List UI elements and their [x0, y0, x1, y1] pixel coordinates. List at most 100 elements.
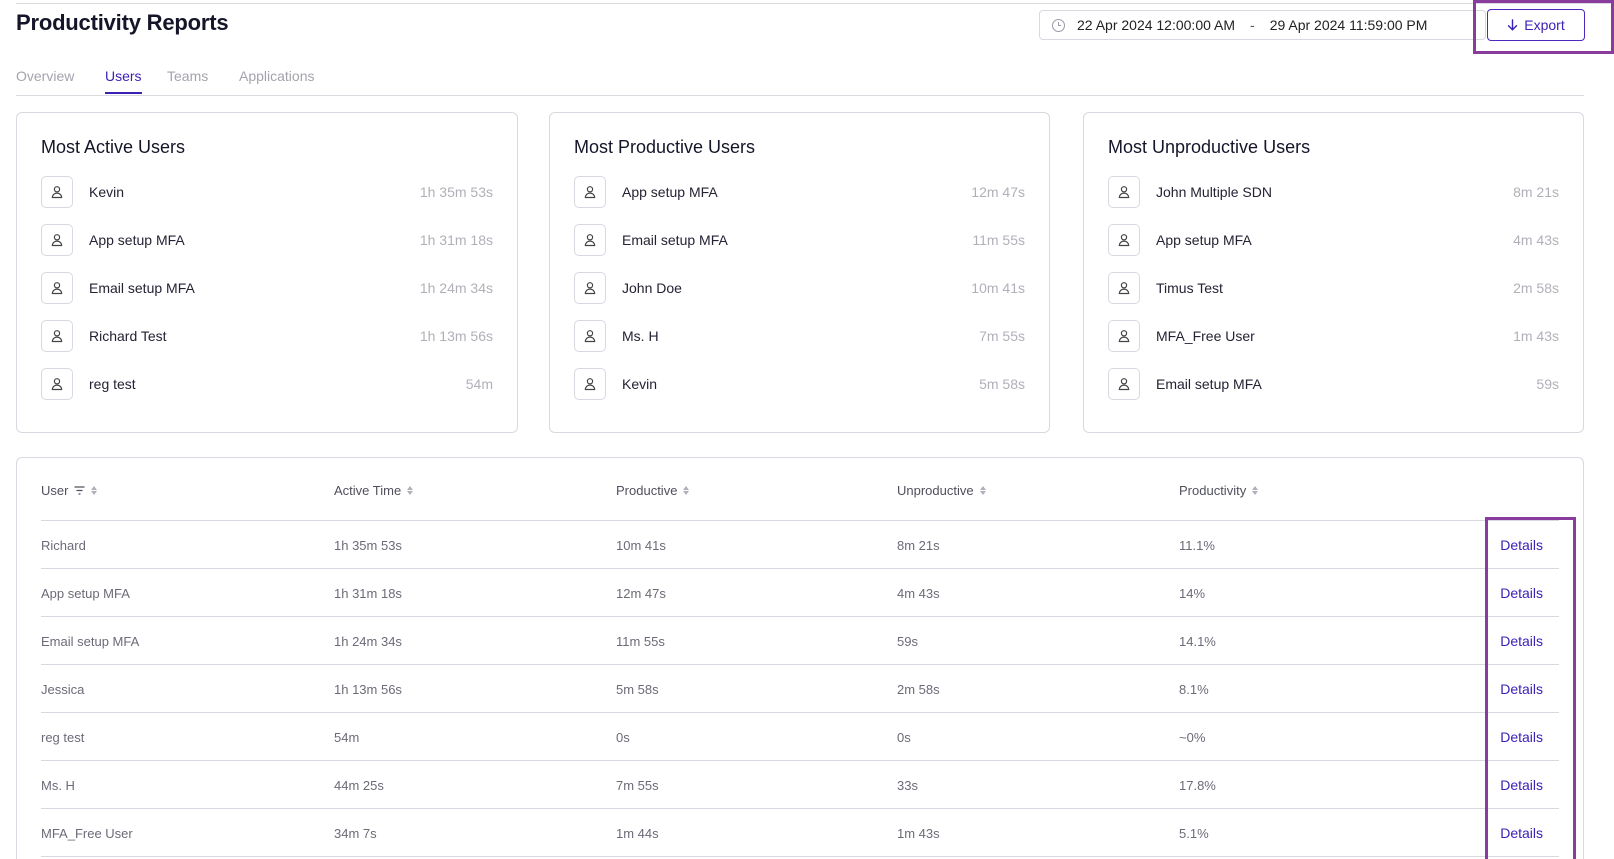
user-name: reg test	[89, 376, 136, 392]
cell-unproductive: 2m 58s	[897, 682, 940, 697]
cell-productivity: 11.1%	[1179, 538, 1215, 553]
user-icon	[1108, 320, 1140, 352]
user-name: MFA_Free User	[1156, 328, 1255, 344]
user-time: 7m 55s	[979, 328, 1025, 344]
tab-users[interactable]: Users	[105, 68, 142, 94]
most-unproductive-users-card: Most Unproductive Users John Multiple SD…	[1083, 112, 1584, 433]
user-icon	[574, 176, 606, 208]
sort-icon[interactable]	[407, 486, 414, 495]
cell-active-time: 1h 13m 56s	[334, 682, 402, 697]
list-item[interactable]: Kevin 1h 35m 53s	[41, 176, 493, 208]
cell-unproductive: 4m 43s	[897, 586, 940, 601]
user-name: Richard Test	[89, 328, 167, 344]
most-productive-users-card: Most Productive Users App setup MFA 12m …	[549, 112, 1050, 433]
user-name: Ms. H	[622, 328, 659, 344]
column-label: Active Time	[334, 483, 402, 498]
filter-icon[interactable]	[74, 486, 85, 495]
user-icon	[41, 176, 73, 208]
export-button[interactable]: Export	[1487, 9, 1585, 41]
list-item[interactable]: Ms. H 7m 55s	[574, 320, 1025, 352]
list-item[interactable]: Richard Test 1h 13m 56s	[41, 320, 493, 352]
list-item[interactable]: reg test 54m	[41, 368, 493, 400]
arrow-down-icon	[1508, 19, 1518, 31]
list-item[interactable]: John Doe 10m 41s	[574, 272, 1025, 304]
column-header-active-time[interactable]: Active Time	[334, 483, 414, 498]
user-name: Kevin	[622, 376, 658, 392]
user-time: 59s	[1536, 376, 1559, 392]
list-item[interactable]: Email setup MFA 59s	[1108, 368, 1559, 400]
list-item[interactable]: Kevin 5m 58s	[574, 368, 1025, 400]
column-header-unproductive[interactable]: Unproductive	[897, 483, 986, 498]
user-time: 1m 43s	[1513, 328, 1559, 344]
card-title: Most Active Users	[41, 137, 186, 157]
table-row: Richard 1h 35m 53s 10m 41s 8m 21s 11.1% …	[41, 521, 1559, 569]
user-icon	[41, 368, 73, 400]
cell-user: MFA_Free User	[41, 826, 133, 841]
user-name: Kevin	[89, 184, 125, 200]
user-icon	[41, 272, 73, 304]
list-item[interactable]: Email setup MFA 1h 24m 34s	[41, 272, 493, 304]
user-name: App setup MFA	[622, 184, 718, 200]
user-icon	[574, 224, 606, 256]
cell-unproductive: 59s	[897, 634, 918, 649]
tab-overview[interactable]: Overview	[16, 68, 74, 84]
user-name: Email setup MFA	[89, 280, 195, 296]
user-time: 10m 41s	[971, 280, 1025, 296]
user-icon	[574, 320, 606, 352]
column-label: User	[41, 483, 69, 498]
column-header-productive[interactable]: Productive	[616, 483, 690, 498]
list-item[interactable]: MFA_Free User 1m 43s	[1108, 320, 1559, 352]
cell-active-time: 1h 35m 53s	[334, 538, 402, 553]
user-icon	[574, 272, 606, 304]
cell-productive: 7m 55s	[616, 778, 659, 793]
card-title: Most Productive Users	[574, 137, 756, 157]
cell-user: App setup MFA	[41, 586, 130, 601]
sort-icon[interactable]	[683, 486, 690, 495]
list-item[interactable]: App setup MFA 12m 47s	[574, 176, 1025, 208]
cell-unproductive: 33s	[897, 778, 918, 793]
tab-applications[interactable]: Applications	[239, 68, 315, 84]
cell-productivity: 17.8%	[1179, 778, 1216, 793]
list-item[interactable]: Timus Test 2m 58s	[1108, 272, 1559, 304]
column-label: Productivity	[1179, 483, 1247, 498]
user-time: 1h 13m 56s	[419, 328, 493, 344]
cell-productive: 10m 41s	[616, 538, 666, 553]
user-name: App setup MFA	[89, 232, 185, 248]
user-time: 4m 43s	[1513, 232, 1559, 248]
date-range-picker[interactable]: 22 Apr 2024 12:00:00 AM - 29 Apr 2024 11…	[1039, 10, 1486, 40]
top-divider	[16, 3, 1614, 4]
user-time: 1h 24m 34s	[419, 280, 493, 296]
list-item[interactable]: John Multiple SDN 8m 21s	[1108, 176, 1559, 208]
cell-active-time: 34m 7s	[334, 826, 377, 841]
cell-unproductive: 0s	[897, 730, 911, 745]
cell-productive: 5m 58s	[616, 682, 659, 697]
list-item[interactable]: Email setup MFA 11m 55s	[574, 224, 1025, 256]
user-time: 54m	[465, 376, 493, 392]
cell-user: Richard	[41, 538, 86, 553]
cell-active-time: 44m 25s	[334, 778, 384, 793]
tab-teams[interactable]: Teams	[167, 68, 208, 84]
sort-icon[interactable]	[979, 486, 986, 495]
user-time: 1h 35m 53s	[419, 184, 493, 200]
sort-icon[interactable]	[1252, 486, 1259, 495]
user-name: Timus Test	[1156, 280, 1223, 296]
column-label: Productive	[616, 483, 678, 498]
list-item[interactable]: App setup MFA 1h 31m 18s	[41, 224, 493, 256]
user-icon	[41, 224, 73, 256]
clock-icon	[1052, 18, 1065, 32]
user-icon	[41, 320, 73, 352]
date-start: 22 Apr 2024 12:00:00 AM	[1077, 17, 1236, 33]
column-header-productivity[interactable]: Productivity	[1179, 483, 1259, 498]
user-time: 8m 21s	[1513, 184, 1559, 200]
user-time: 5m 58s	[979, 376, 1025, 392]
user-time: 11m 55s	[972, 232, 1025, 248]
sort-icon[interactable]	[91, 486, 98, 495]
column-label: Unproductive	[897, 483, 974, 498]
most-active-users-card: Most Active Users Kevin 1h 35m 53s App s…	[16, 112, 518, 433]
list-item[interactable]: App setup MFA 4m 43s	[1108, 224, 1559, 256]
column-header-user[interactable]: User	[41, 483, 98, 498]
user-name: Email setup MFA	[622, 232, 728, 248]
report-tabs: Overview Users Teams Applications	[16, 66, 1584, 96]
cell-user: Jessica	[41, 682, 85, 697]
cell-productive: 1m 44s	[616, 826, 659, 841]
